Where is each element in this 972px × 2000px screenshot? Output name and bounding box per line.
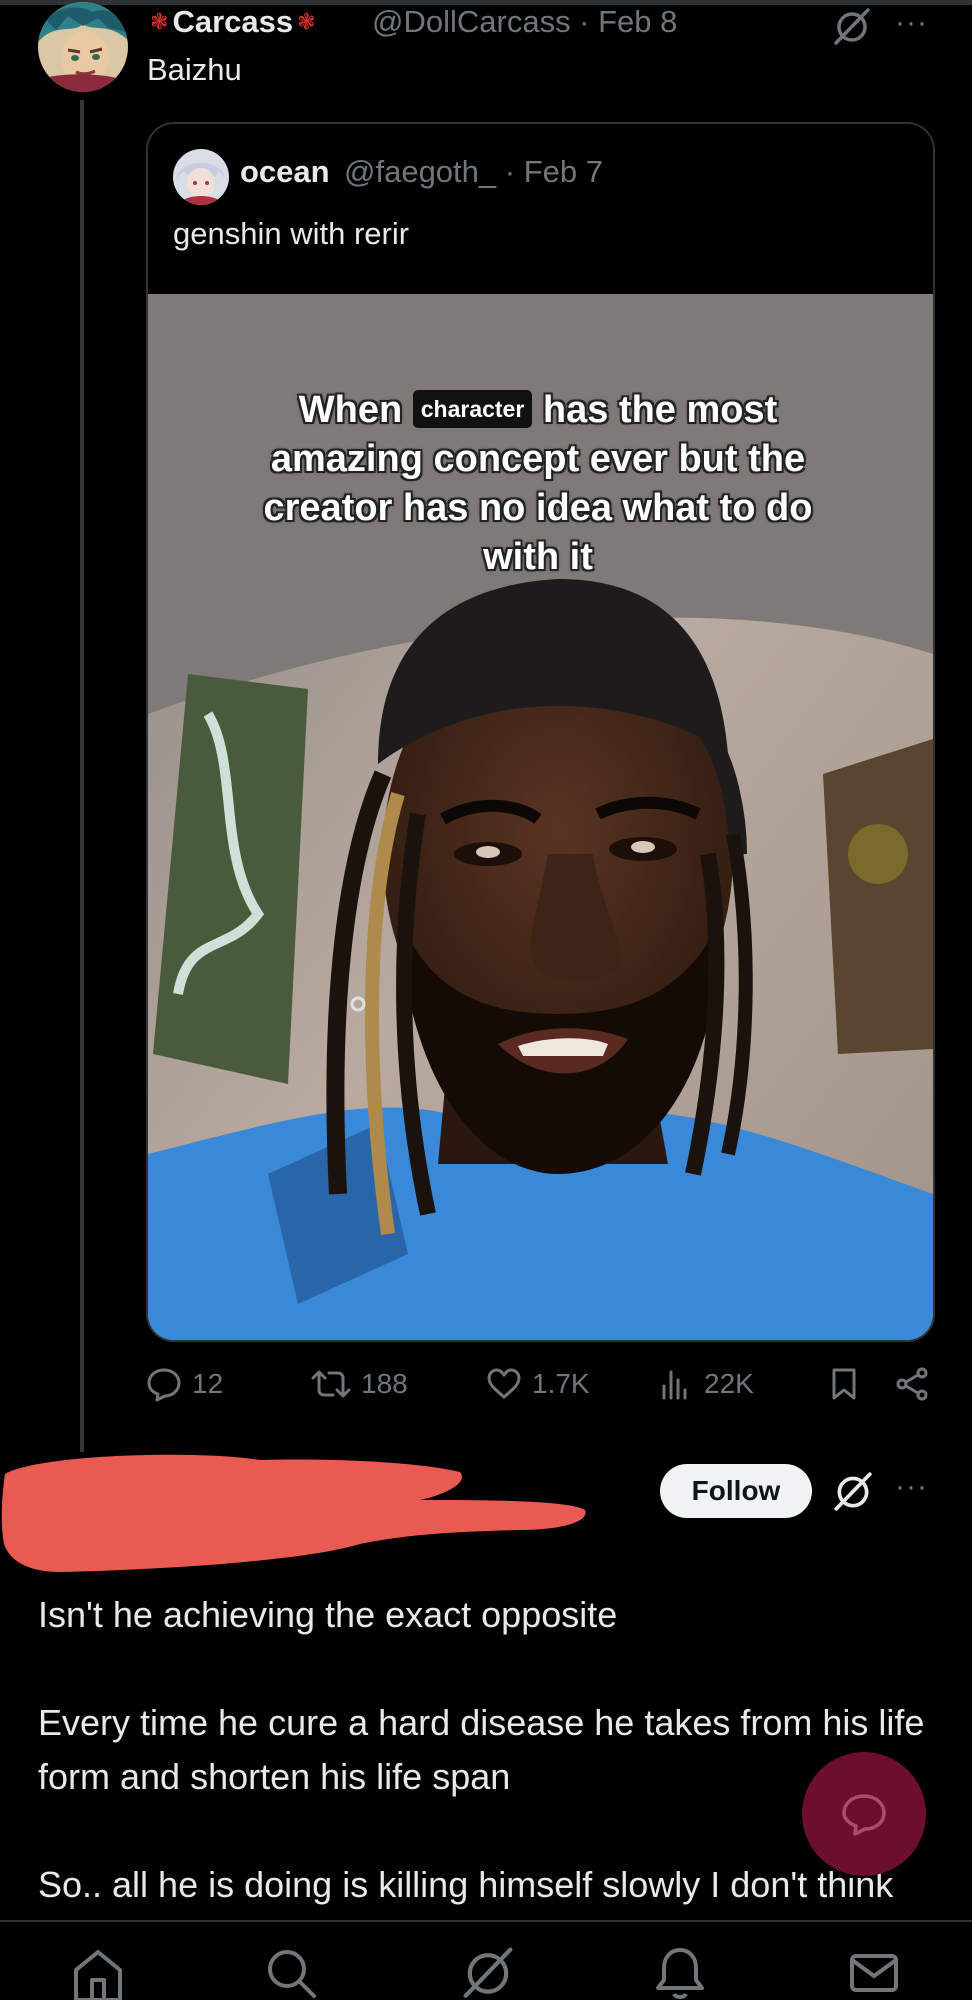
home-icon[interactable] <box>70 1944 126 2000</box>
paw-emoji-icon: ❃ <box>297 9 316 34</box>
compose-reply-button[interactable] <box>802 1752 926 1876</box>
messages-icon[interactable] <box>846 1944 902 2000</box>
more-options-icon[interactable]: ··· <box>895 1470 928 1504</box>
views-icon <box>662 1370 687 1400</box>
notifications-icon[interactable] <box>652 1944 708 2000</box>
like-button[interactable]: 1.7K <box>486 1366 590 1402</box>
grok-icon[interactable] <box>460 1944 516 2000</box>
reply-paragraph: Every time he cure a hard disease he tak… <box>38 1702 925 1797</box>
caption-before: When <box>298 389 403 431</box>
quoted-media-image[interactable]: When character has the most amazing conc… <box>148 294 933 1340</box>
tweet-text: Baizhu <box>147 52 242 87</box>
like-count: 1.7K <box>532 1368 590 1399</box>
follow-button[interactable]: Follow <box>660 1464 812 1518</box>
share-icon <box>896 1367 928 1401</box>
bookmark-button[interactable] <box>826 1366 862 1402</box>
author-name-text: Carcass <box>172 4 294 39</box>
share-button[interactable] <box>894 1366 930 1402</box>
redacted-author-area <box>0 1444 600 1584</box>
quoted-tweet-card[interactable]: ocean @faegoth_ · Feb 7 genshin with rer… <box>146 122 935 1342</box>
reply-count: 12 <box>192 1368 224 1399</box>
bookmark-icon <box>832 1368 856 1400</box>
quoted-author-avatar[interactable] <box>173 149 229 205</box>
tweet-action-bar: 12 188 1.7K 22K <box>146 1366 936 1416</box>
views-button[interactable]: 22K <box>658 1366 754 1402</box>
reply-paragraph: Isn't he achieving the exact opposite <box>38 1594 618 1635</box>
grok-icon[interactable] <box>832 6 872 46</box>
heart-icon <box>487 1368 521 1399</box>
repost-count: 188 <box>361 1368 408 1399</box>
caption-tag: character <box>412 389 533 428</box>
repost-button[interactable]: 188 <box>311 1366 408 1402</box>
search-icon[interactable] <box>262 1944 318 2000</box>
reply-icon <box>147 1368 181 1402</box>
quoted-tweet-text: genshin with rerir <box>173 216 410 251</box>
thread-line <box>80 100 84 1452</box>
author-handle-date[interactable]: @DollCarcass · Feb 8 <box>372 4 677 40</box>
meme-caption: When character has the most amazing conc… <box>228 386 848 582</box>
more-options-icon[interactable]: ··· <box>895 6 928 40</box>
grok-icon[interactable] <box>832 1470 874 1512</box>
paw-emoji-icon: ❃ <box>150 9 169 34</box>
bottom-navigation <box>0 1920 972 2000</box>
views-count: 22K <box>704 1368 754 1399</box>
quoted-author-name: ocean <box>240 154 330 189</box>
repost-icon <box>311 1370 351 1398</box>
author-avatar[interactable] <box>38 2 128 92</box>
quoted-handle-date: @faegoth_ · Feb 7 <box>344 154 603 189</box>
compose-icon <box>842 1794 886 1836</box>
author-name[interactable]: ❃ Carcass ❃ <box>150 4 316 40</box>
reply-button[interactable]: 12 <box>146 1366 223 1402</box>
